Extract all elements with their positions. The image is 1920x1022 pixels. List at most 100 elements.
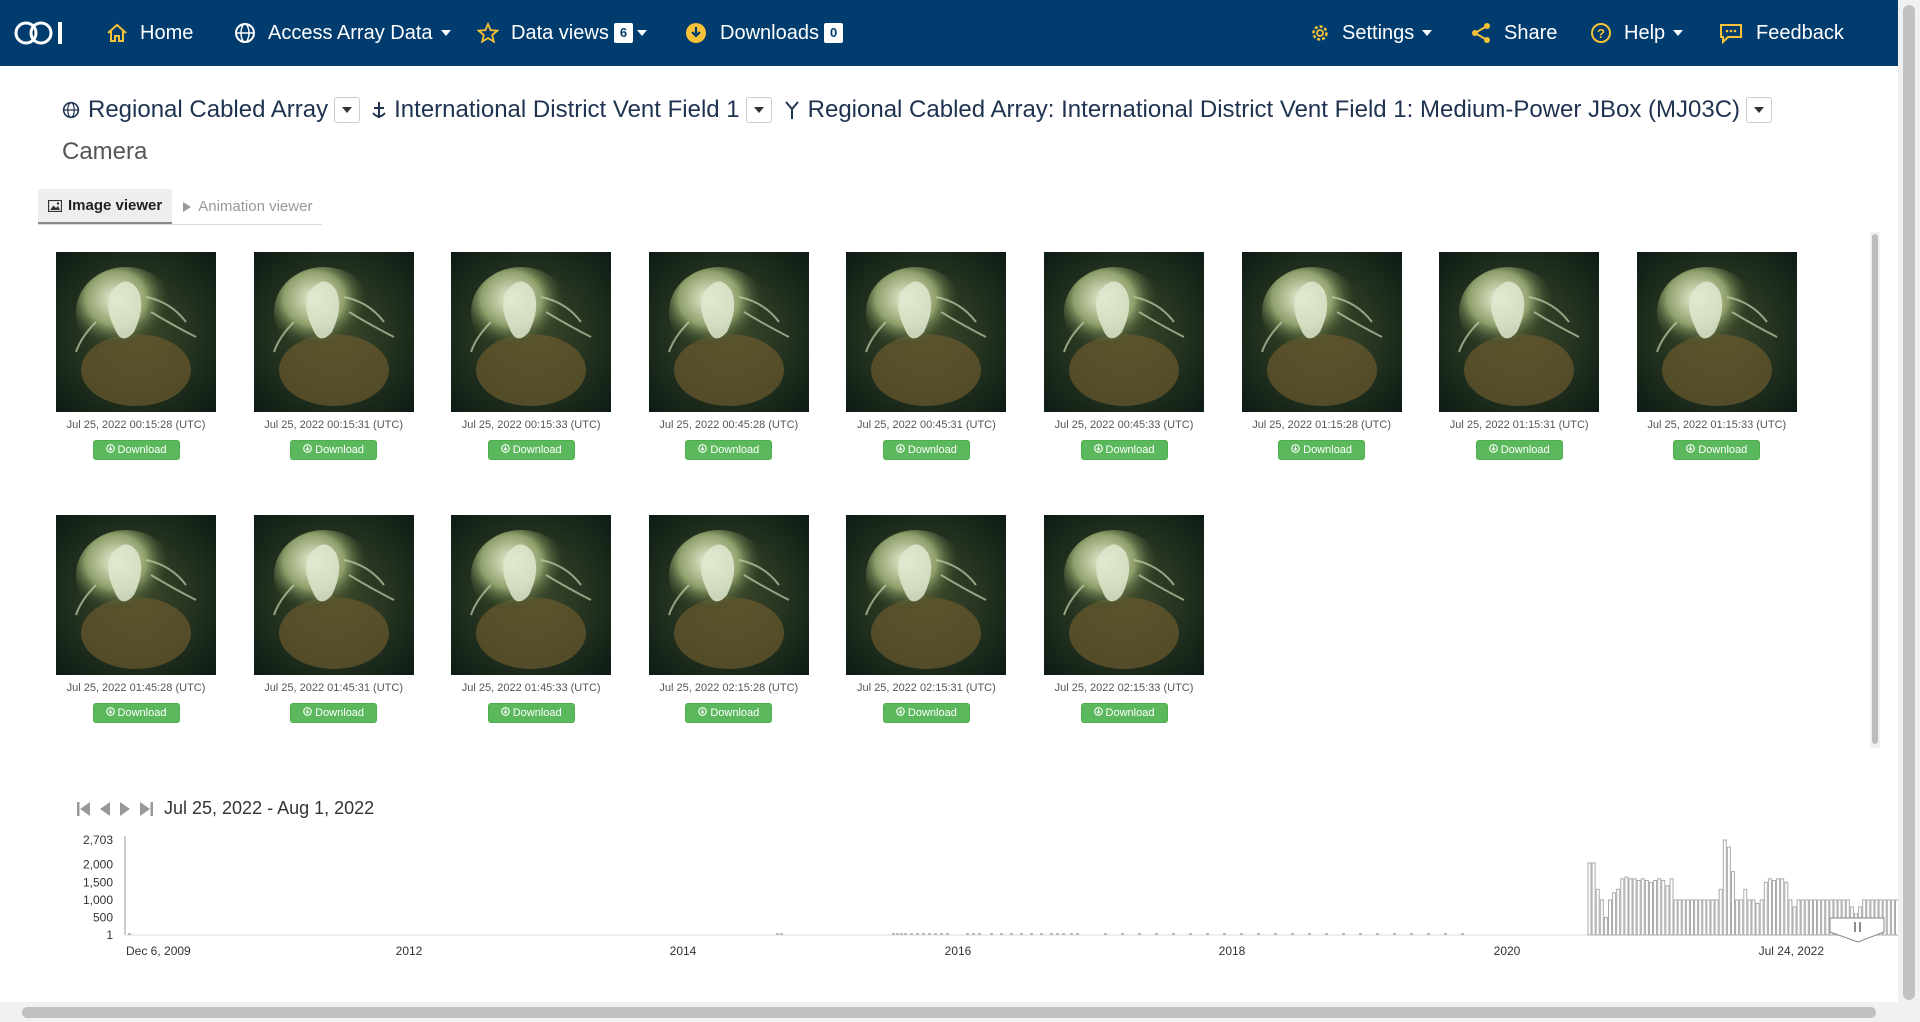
histogram-bar xyxy=(904,933,907,935)
camera-image-thumbnail[interactable] xyxy=(1636,252,1797,412)
camera-image-thumbnail[interactable] xyxy=(56,515,216,675)
download-button-label: Download xyxy=(710,444,760,456)
download-button[interactable]: Download xyxy=(882,703,970,723)
camera-image-thumbnail[interactable] xyxy=(451,515,612,675)
camera-image-thumbnail[interactable] xyxy=(1241,252,1402,412)
camera-image-thumbnail[interactable] xyxy=(253,252,414,412)
nav-access-array-data[interactable]: Access Array Data xyxy=(234,0,451,66)
page-vertical-scrollbar[interactable] xyxy=(1898,0,1920,1022)
camera-image-thumbnail[interactable] xyxy=(846,515,1007,675)
histogram-bar xyxy=(1010,933,1013,935)
download-circle-icon xyxy=(1093,441,1103,459)
nav-help[interactable]: ? Help xyxy=(1590,0,1684,66)
histogram-bar xyxy=(1796,899,1801,936)
camera-image-thumbnail[interactable] xyxy=(648,515,809,675)
download-circle-icon xyxy=(896,441,905,459)
download-circle-icon xyxy=(105,441,115,459)
camera-image-thumbnail[interactable] xyxy=(1439,252,1600,412)
download-button[interactable]: Download xyxy=(882,440,970,460)
download-button[interactable]: Download xyxy=(290,440,378,460)
nav-settings[interactable]: Settings xyxy=(1310,0,1433,66)
download-button[interactable]: Download xyxy=(1080,703,1168,723)
camera-image-thumbnail[interactable] xyxy=(253,515,414,675)
array-dropdown-button[interactable] xyxy=(334,97,361,123)
download-button[interactable]: Download xyxy=(1475,440,1563,460)
gear-icon xyxy=(1310,23,1330,43)
histogram-bar xyxy=(1739,899,1744,936)
nav-feedback[interactable]: Feedback xyxy=(1718,0,1844,66)
histogram-bar xyxy=(1050,933,1053,935)
chevron-down-icon xyxy=(440,30,451,36)
nav-dataviews-label: Data views xyxy=(511,21,609,44)
image-card: Jul 25, 2022 01:15:31 (UTC) Download xyxy=(1439,252,1600,460)
download-button[interactable]: Download xyxy=(685,440,773,460)
first-page-button[interactable] xyxy=(76,800,92,818)
histogram-bar xyxy=(1308,933,1311,935)
download-button[interactable]: Download xyxy=(487,440,575,460)
histogram-bar xyxy=(1706,899,1711,936)
download-button[interactable]: Download xyxy=(1278,440,1366,460)
histogram-bar xyxy=(1698,899,1703,936)
histogram-bar xyxy=(1325,933,1328,935)
chevron-down-icon xyxy=(637,30,648,36)
camera-image-thumbnail[interactable] xyxy=(1044,252,1204,412)
camera-image-thumbnail[interactable] xyxy=(648,252,809,412)
download-button[interactable]: Download xyxy=(487,703,575,723)
site-dropdown-button[interactable] xyxy=(745,97,772,123)
camera-image-thumbnail[interactable] xyxy=(451,252,612,412)
histogram-bar xyxy=(1138,933,1141,935)
nav-home[interactable]: Home xyxy=(106,0,193,66)
chevron-down-icon xyxy=(1754,107,1765,113)
gallery-scrollbar-thumb[interactable] xyxy=(1872,234,1878,744)
image-card: Jul 25, 2022 01:15:33 (UTC) Download xyxy=(1636,252,1797,460)
ooi-logo[interactable] xyxy=(14,18,66,48)
nav-help-label: Help xyxy=(1624,21,1666,44)
download-button-label: Download xyxy=(512,444,562,456)
download-button[interactable]: Download xyxy=(290,703,378,723)
node-dropdown-button[interactable] xyxy=(1746,97,1773,123)
nav-access-label: Access Array Data xyxy=(268,21,433,44)
download-button[interactable]: Download xyxy=(1673,440,1761,460)
histogram-bar xyxy=(1376,933,1379,935)
timeline-histogram[interactable]: 2,703 2,000 1,500 1,000 500 1 Dec 6, 2009 2012 2… xyxy=(0,820,1898,970)
page-hscroll-thumb[interactable] xyxy=(22,1007,1876,1018)
next-button[interactable] xyxy=(118,800,132,818)
download-circle-icon xyxy=(684,21,708,45)
image-timestamp: Jul 25, 2022 01:45:28 (UTC) xyxy=(66,682,206,694)
histogram-bar xyxy=(1792,906,1797,936)
camera-image-thumbnail[interactable] xyxy=(56,252,216,412)
download-button[interactable]: Download xyxy=(1080,440,1168,460)
page-horizontal-scrollbar[interactable] xyxy=(0,1002,1898,1022)
download-circle-icon xyxy=(500,441,510,459)
histogram-bar xyxy=(1628,878,1633,936)
download-button[interactable]: Download xyxy=(685,703,773,723)
histogram-bar xyxy=(1681,899,1686,936)
last-page-button[interactable] xyxy=(138,800,154,818)
download-circle-icon xyxy=(698,441,708,459)
y-tick-label: 1,000 xyxy=(83,893,113,907)
breadcrumb-array[interactable]: Regional Cabled Array xyxy=(62,96,328,124)
breadcrumb-node[interactable]: Regional Cabled Array: International Dis… xyxy=(784,96,1740,124)
range-selector-handle[interactable] xyxy=(1829,917,1885,943)
nav-downloads[interactable]: Downloads 0 xyxy=(684,0,844,66)
camera-image-thumbnail[interactable] xyxy=(846,252,1007,412)
gallery-scrollbar[interactable] xyxy=(1870,232,1880,748)
camera-image-thumbnail[interactable] xyxy=(1044,515,1204,675)
tab-image-viewer[interactable]: Image viewer xyxy=(38,189,173,224)
histogram-bar xyxy=(1000,933,1003,935)
previous-button[interactable] xyxy=(98,800,112,818)
y-tick-label: 2,703 xyxy=(83,833,113,847)
download-button[interactable]: Download xyxy=(92,440,180,460)
nav-share[interactable]: Share xyxy=(1470,0,1557,66)
star-icon xyxy=(477,22,499,44)
nav-data-views[interactable]: Data views 6 xyxy=(477,0,648,66)
x-tick-label: 2016 xyxy=(945,944,972,958)
histogram-bar xyxy=(1710,899,1715,936)
breadcrumb-site[interactable]: International District Vent Field 1 xyxy=(372,96,740,124)
image-card: Jul 25, 2022 02:15:33 (UTC) Download xyxy=(1044,515,1204,723)
histogram-bar xyxy=(1735,899,1740,936)
tab-animation-viewer[interactable]: Animation viewer xyxy=(172,189,322,224)
download-button[interactable]: Download xyxy=(92,703,180,723)
page-scrollbar-thumb[interactable] xyxy=(1903,5,1915,1000)
x-tick-label: 2020 xyxy=(1494,944,1521,958)
